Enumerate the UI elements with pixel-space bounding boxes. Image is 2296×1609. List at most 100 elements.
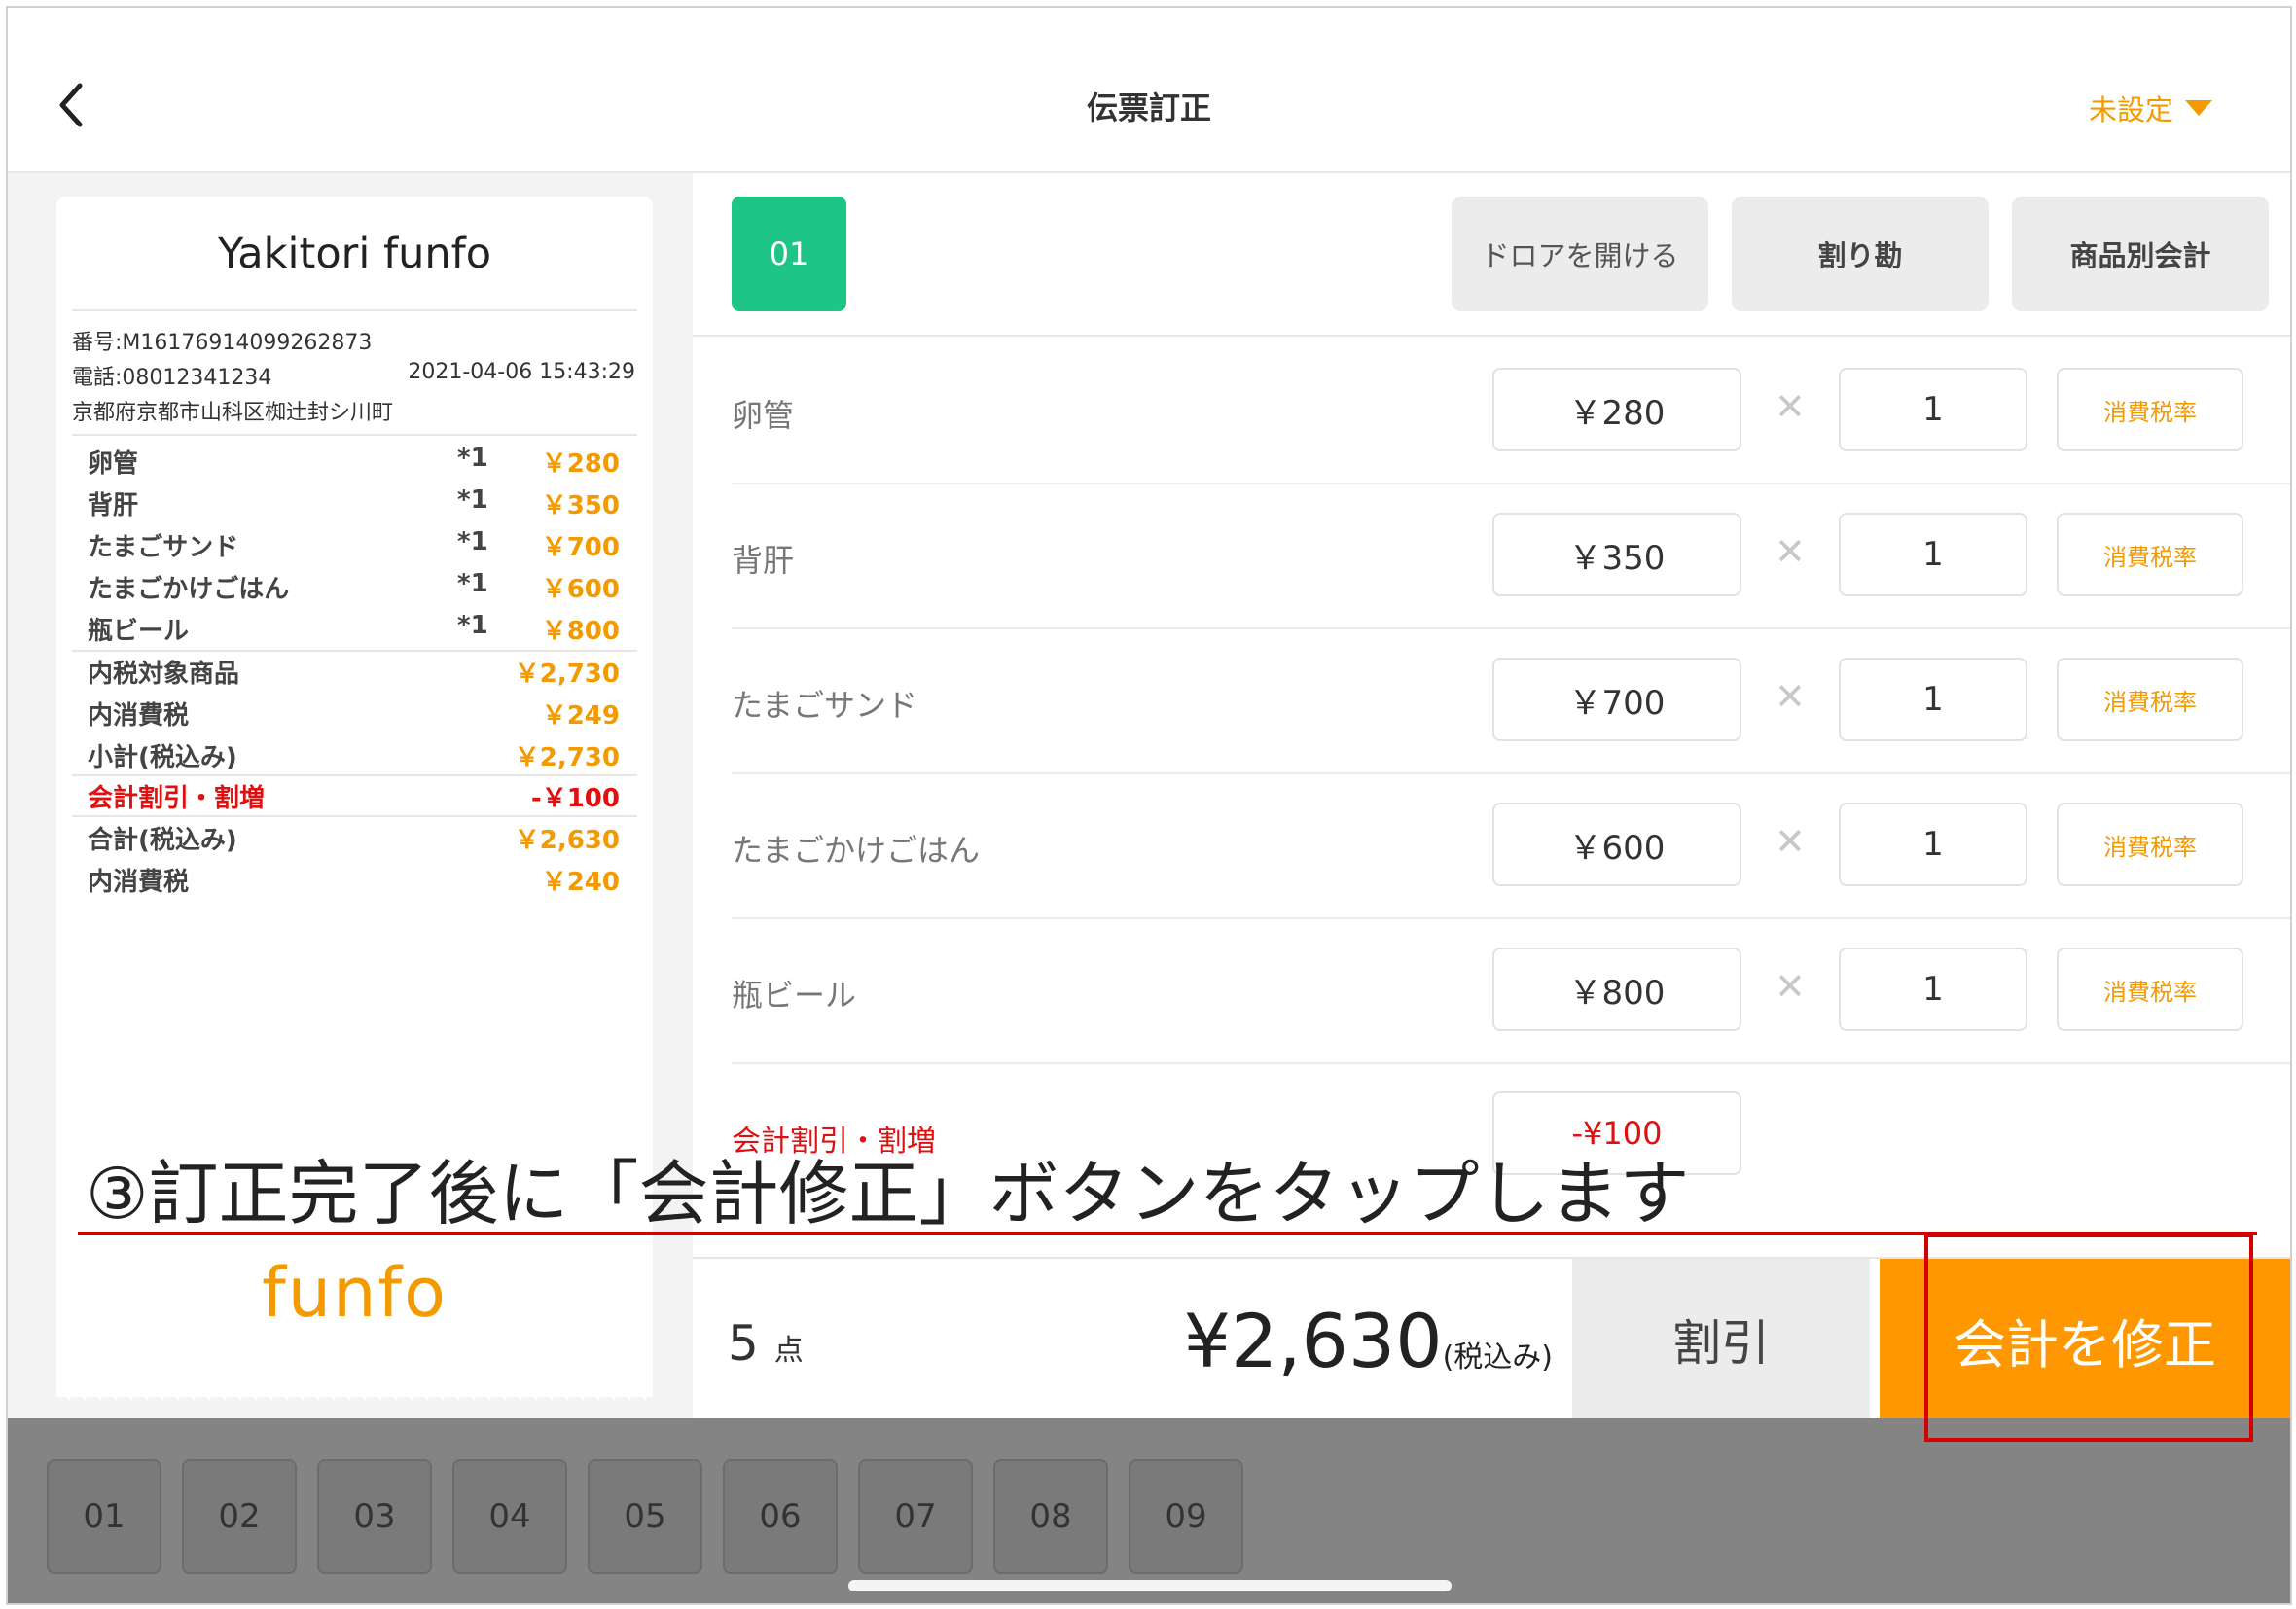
tax-rate-button[interactable]: 消費税率: [2057, 803, 2243, 886]
receipt-torn-edge: [56, 1379, 653, 1401]
receipt-subtotal-value: ￥2,730: [514, 743, 620, 772]
divider: [72, 309, 637, 311]
receipt-subtotal-row: 小計(税込み) ￥2,730: [88, 737, 620, 776]
receipt-address: 京都府京都市山科区椥辻封シ川町: [72, 401, 394, 425]
receipt-total-row: 合計(税込み) ￥2,630: [88, 820, 620, 859]
total-amount-suffix: (税込み): [1442, 1341, 1553, 1375]
receipt-discount-label: 会計割引・割増: [88, 784, 266, 813]
order-item-name: 卵管: [732, 397, 795, 434]
page-title: 伝票訂正: [1086, 89, 1211, 126]
receipt-item-name: 背肝: [88, 491, 139, 520]
receipt-inner-tax2-value: ￥240: [541, 868, 620, 897]
receipt-tax-target-value: ￥2,730: [514, 660, 620, 689]
order-item-row: 瓶ビール ￥800 ✕ 1 消費税率: [732, 918, 2290, 1064]
staff-select-label: 未設定: [2088, 93, 2173, 126]
receipt-inner-tax2-label: 内消費税: [88, 868, 190, 897]
multiply-icon: ✕: [1775, 675, 1806, 718]
order-item-name: 背肝: [732, 542, 795, 579]
receipt-item-qty: *1: [457, 527, 488, 556]
order-item-row: 背肝 ￥350 ✕ 1 消費税率: [732, 483, 2290, 629]
price-input[interactable]: ￥350: [1492, 513, 1741, 596]
tax-rate-button[interactable]: 消費税率: [2057, 368, 2243, 451]
order-item-name: 瓶ビール: [732, 977, 857, 1014]
receipt-item-price: ￥700: [541, 533, 620, 562]
divider: [72, 434, 637, 436]
seat-tab-07[interactable]: 07: [858, 1459, 973, 1574]
app-window: 伝票訂正 未設定 Yakitori funfo 番号:M161769140992…: [6, 6, 2292, 1605]
multiply-icon: ✕: [1775, 965, 1806, 1008]
item-count-value: 5: [728, 1315, 759, 1372]
tax-rate-button[interactable]: 消費税率: [2057, 513, 2243, 596]
receipt-number: 番号:M16176914099262873: [72, 331, 373, 355]
seat-tab-08[interactable]: 08: [993, 1459, 1108, 1574]
receipt-item-qty: *1: [457, 444, 488, 473]
current-seat-tag: 01: [732, 197, 846, 311]
receipt-item: たまごかけごはん *1 ￥600: [88, 569, 620, 608]
receipt-item-price: ￥800: [541, 617, 620, 646]
total-amount-value: ¥2,630: [1183, 1298, 1443, 1384]
receipt-item-qty: *1: [457, 611, 488, 640]
discount-button[interactable]: 割引: [1572, 1259, 1870, 1420]
receipt-total-value: ￥2,630: [514, 826, 620, 855]
seat-tab-06[interactable]: 06: [723, 1459, 838, 1574]
receipt-inner-tax-row: 内消費税 ￥249: [88, 696, 620, 734]
order-item-row: たまごかけごはん ￥600 ✕ 1 消費税率: [732, 773, 2290, 919]
quantity-input[interactable]: 1: [1839, 368, 2027, 451]
seat-tab-bar: 01 02 03 04 05 06 07 08 09: [8, 1418, 2290, 1603]
quantity-input[interactable]: 1: [1839, 948, 2027, 1031]
price-input[interactable]: ￥280: [1492, 368, 1741, 451]
instruction-annotation: ③訂正完了後に「会計修正」ボタンをタップします: [86, 1153, 1690, 1234]
receipt-item-qty: *1: [457, 485, 488, 515]
staff-select[interactable]: 未設定: [2089, 88, 2212, 128]
divider: [72, 774, 637, 776]
receipt-item-price: ￥280: [541, 449, 620, 479]
total-amount: ¥2,630(税込み): [1184, 1298, 1553, 1384]
price-input[interactable]: ￥600: [1492, 803, 1741, 886]
divider: [72, 650, 637, 652]
seat-tab-01[interactable]: 01: [47, 1459, 161, 1574]
receipt-item-price: ￥600: [541, 575, 620, 604]
item-checkout-button[interactable]: 商品別会計: [2012, 197, 2269, 311]
quantity-input[interactable]: 1: [1839, 803, 2027, 886]
price-input[interactable]: ￥800: [1492, 948, 1741, 1031]
receipt-item-name: 卵管: [88, 449, 139, 479]
order-item-row: たまごサンド ￥700 ✕ 1 消費税率: [732, 628, 2290, 774]
split-bill-button[interactable]: 割り勘: [1732, 197, 1989, 311]
seat-tab-04[interactable]: 04: [452, 1459, 567, 1574]
receipt-discount-value: -￥100: [530, 784, 620, 813]
receipt-phone: 電話:08012341234: [72, 366, 272, 390]
item-count-unit: 点: [773, 1334, 804, 1368]
seat-tab-09[interactable]: 09: [1129, 1459, 1243, 1574]
receipt-inner-tax-value: ￥249: [541, 701, 620, 731]
receipt-inner-tax-label: 内消費税: [88, 701, 190, 731]
tax-rate-button[interactable]: 消費税率: [2057, 658, 2243, 741]
seat-tab-02[interactable]: 02: [182, 1459, 297, 1574]
item-count: 5 点: [728, 1315, 804, 1372]
receipt-item: たまごサンド *1 ￥700: [88, 527, 620, 566]
receipt-total-label: 合計(税込み): [88, 826, 237, 855]
open-drawer-button[interactable]: ドロアを開ける: [1452, 197, 1708, 311]
annotation-highlight-box: [1924, 1234, 2253, 1442]
quantity-input[interactable]: 1: [1839, 513, 2027, 596]
receipt-datetime: 2021-04-06 15:43:29: [408, 360, 635, 384]
home-indicator[interactable]: [848, 1580, 1452, 1591]
order-item-row: 卵管 ￥280 ✕ 1 消費税率: [732, 339, 2290, 484]
receipt-subtotal-label: 小計(税込み): [88, 743, 237, 772]
receipt-item: 卵管 *1 ￥280: [88, 444, 620, 483]
multiply-icon: ✕: [1775, 530, 1806, 573]
receipt-item-price: ￥350: [541, 491, 620, 520]
receipt-phone-row: 電話:08012341234 2021-04-06 15:43:29: [72, 360, 635, 391]
funfo-logo: funfo: [262, 1253, 448, 1333]
receipt-item-name: たまごかけごはん: [88, 575, 290, 604]
divider: [72, 815, 637, 817]
quantity-input[interactable]: 1: [1839, 658, 2027, 741]
receipt-tax-target-row: 内税対象商品 ￥2,730: [88, 654, 620, 693]
receipt-inner-tax2-row: 内消費税 ￥240: [88, 862, 620, 901]
receipt-item-name: 瓶ビール: [88, 617, 190, 646]
price-input[interactable]: ￥700: [1492, 658, 1741, 741]
seat-tab-03[interactable]: 03: [317, 1459, 432, 1574]
tax-rate-button[interactable]: 消費税率: [2057, 948, 2243, 1031]
multiply-icon: ✕: [1775, 820, 1806, 863]
receipt-item-qty: *1: [457, 569, 488, 598]
seat-tab-05[interactable]: 05: [588, 1459, 702, 1574]
